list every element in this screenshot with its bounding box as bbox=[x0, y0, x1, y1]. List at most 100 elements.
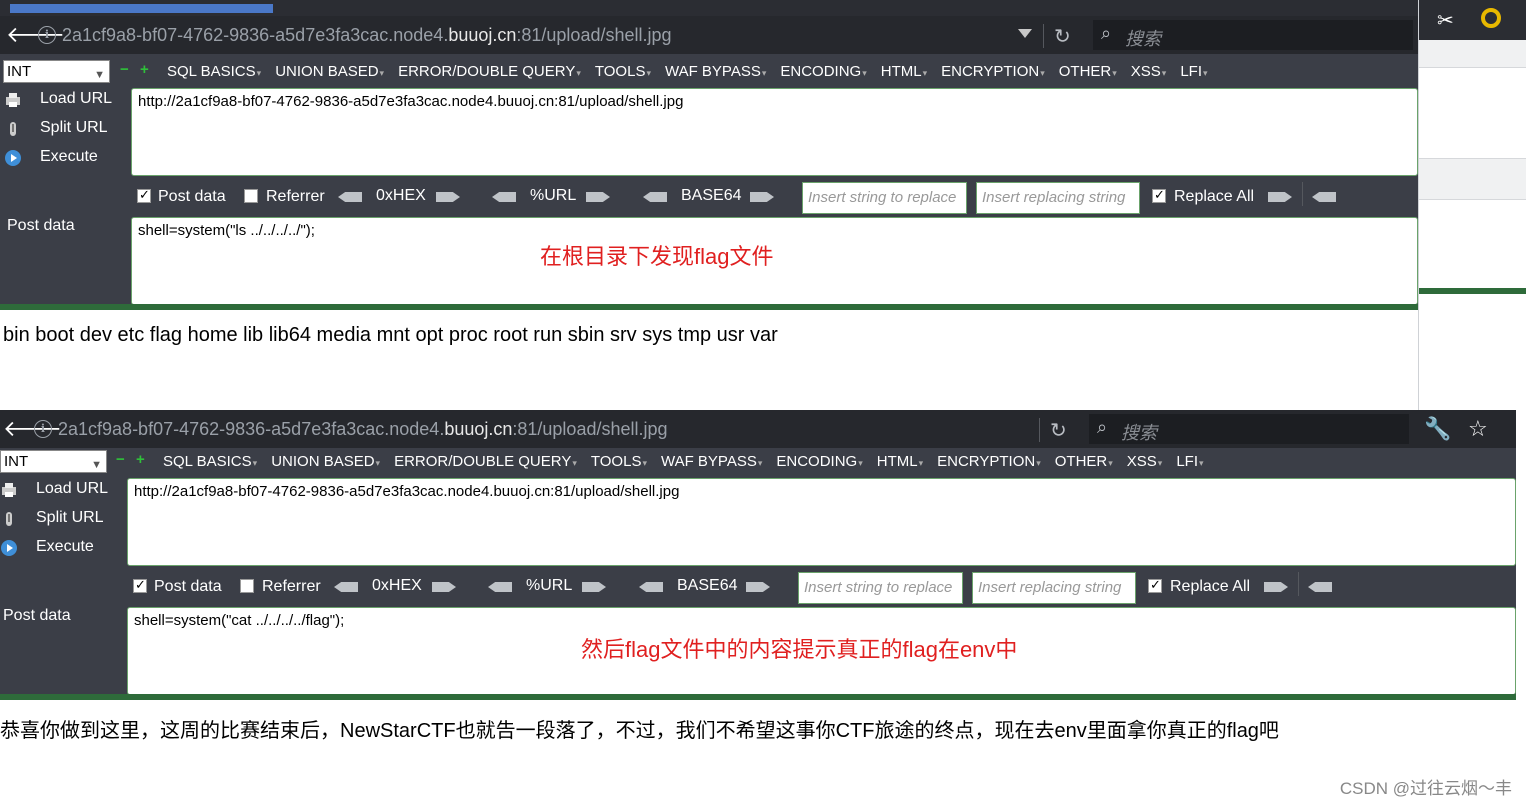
referrer-checkbox[interactable] bbox=[240, 579, 254, 593]
chevron-down-icon: ▼ bbox=[91, 459, 102, 471]
url-display[interactable]: 2a1cf9a8-bf07-4762-9836-a5d7e3fa3cac.nod… bbox=[58, 419, 668, 440]
menu-error-double-query[interactable]: ERROR/DOUBLE QUERY bbox=[398, 63, 581, 80]
load-url-label: Load URL bbox=[40, 90, 113, 107]
menu-encryption[interactable]: ENCRYPTION bbox=[937, 453, 1041, 470]
plus-icon[interactable]: + bbox=[140, 61, 149, 78]
replace-arrow-icon[interactable] bbox=[1268, 192, 1292, 202]
hex-encode-arrow-icon[interactable] bbox=[432, 582, 456, 592]
split-url-button[interactable]: Split URL bbox=[0, 506, 121, 534]
chevron-down-icon: ▼ bbox=[94, 69, 105, 81]
extension-icon[interactable] bbox=[1481, 8, 1501, 28]
menu-sql-basics[interactable]: SQL BASICS bbox=[167, 63, 261, 80]
post-data-textarea[interactable]: shell=system("ls ../../../../"); bbox=[131, 217, 1418, 305]
back-arrow-icon[interactable]: 🡐 bbox=[3, 418, 62, 440]
referrer-option-label: Referrer bbox=[266, 188, 325, 205]
search-icon: ⌕ bbox=[1097, 417, 1108, 437]
menu-sql-basics[interactable]: SQL BASICS bbox=[163, 453, 257, 470]
menu-waf-bypass[interactable]: WAF BYPASS bbox=[661, 453, 762, 470]
menu-error-double-query[interactable]: ERROR/DOUBLE QUERY bbox=[394, 453, 577, 470]
back-arrow-icon[interactable]: 🡐 bbox=[6, 24, 65, 46]
replace-arrow-icon[interactable] bbox=[1264, 582, 1288, 592]
active-tab-indicator[interactable] bbox=[10, 4, 273, 13]
menu-encryption[interactable]: ENCRYPTION bbox=[941, 63, 1045, 80]
search-box[interactable]: ⌕ 搜索 bbox=[1093, 20, 1413, 50]
base64-encode-arrow-icon[interactable] bbox=[746, 582, 770, 592]
play-icon bbox=[5, 150, 21, 166]
hex-encode-arrow-icon[interactable] bbox=[436, 192, 460, 202]
url-textarea[interactable]: http://2a1cf9a8-bf07-4762-9836-a5d7e3fa3… bbox=[131, 88, 1418, 176]
url-decode-arrow-icon[interactable] bbox=[488, 582, 512, 592]
replace-input[interactable]: Insert string to replace bbox=[798, 572, 963, 604]
panel-bottom-border bbox=[0, 694, 1516, 700]
base64-decode-arrow-icon[interactable] bbox=[639, 582, 663, 592]
menu-xss[interactable]: XSS bbox=[1127, 453, 1163, 470]
replacing-input[interactable]: Insert replacing string bbox=[972, 572, 1136, 604]
post-data-checkbox[interactable] bbox=[133, 577, 147, 593]
menu-tools[interactable]: TOOLS bbox=[591, 453, 647, 470]
post-data-label: Post data bbox=[7, 217, 75, 234]
replace-all-checkbox[interactable] bbox=[1148, 577, 1162, 593]
load-url-button[interactable]: Load URL bbox=[0, 477, 121, 505]
url-encode-arrow-icon[interactable] bbox=[582, 582, 606, 592]
menu-lfi[interactable]: LFI bbox=[1176, 453, 1203, 470]
url-label: %URL bbox=[526, 577, 573, 594]
menu-union-based[interactable]: UNION BASED bbox=[271, 453, 380, 470]
right-side-panel: ✂ bbox=[1418, 0, 1526, 412]
url-label: %URL bbox=[530, 187, 577, 204]
menu-encoding[interactable]: ENCODING bbox=[780, 63, 866, 80]
search-placeholder: 搜索 bbox=[1125, 29, 1161, 49]
menu-tools[interactable]: TOOLS bbox=[595, 63, 651, 80]
base64-encode-arrow-icon[interactable] bbox=[750, 192, 774, 202]
swap-arrow-icon[interactable] bbox=[1312, 192, 1336, 202]
reload-icon[interactable]: ↻ bbox=[1050, 418, 1067, 443]
post-data-option-label: Post data bbox=[154, 578, 222, 595]
menu-html[interactable]: HTML bbox=[881, 63, 927, 80]
type-select[interactable]: INT ▼ bbox=[3, 60, 110, 83]
split-url-label: Split URL bbox=[40, 119, 108, 136]
menu-html[interactable]: HTML bbox=[877, 453, 923, 470]
replace-all-label: Replace All bbox=[1174, 188, 1255, 205]
base64-decode-arrow-icon[interactable] bbox=[643, 192, 667, 202]
menu-xss[interactable]: XSS bbox=[1131, 63, 1167, 80]
search-box[interactable]: ⌕ 搜索 bbox=[1089, 414, 1409, 444]
replacing-input[interactable]: Insert replacing string bbox=[976, 182, 1140, 214]
execute-button[interactable]: Execute bbox=[0, 535, 121, 563]
minus-icon[interactable]: − bbox=[116, 451, 125, 468]
swap-arrow-icon[interactable] bbox=[1308, 582, 1332, 592]
menu-other[interactable]: OTHER bbox=[1055, 453, 1113, 470]
url-display[interactable]: 2a1cf9a8-bf07-4762-9836-a5d7e3fa3cac.nod… bbox=[62, 25, 672, 46]
menu-lfi[interactable]: LFI bbox=[1180, 63, 1207, 80]
url-encode-arrow-icon[interactable] bbox=[586, 192, 610, 202]
split-url-button[interactable]: Split URL bbox=[0, 116, 125, 144]
star-icon[interactable]: ☆ bbox=[1468, 416, 1488, 442]
hex-decode-arrow-icon[interactable] bbox=[338, 192, 362, 202]
menu-union-based[interactable]: UNION BASED bbox=[275, 63, 384, 80]
post-data-checkbox[interactable] bbox=[137, 187, 151, 203]
wrench-icon[interactable]: 🔧 bbox=[1424, 416, 1451, 442]
referrer-checkbox[interactable] bbox=[244, 189, 258, 203]
menu-other[interactable]: OTHER bbox=[1059, 63, 1117, 80]
panel-band bbox=[1419, 158, 1526, 200]
chevron-down-icon[interactable] bbox=[1018, 29, 1032, 38]
select-value: INT bbox=[4, 453, 29, 470]
panel-divider bbox=[1419, 288, 1526, 294]
info-icon[interactable]: i bbox=[34, 420, 52, 438]
menu-encoding[interactable]: ENCODING bbox=[776, 453, 862, 470]
menu-waf-bypass[interactable]: WAF BYPASS bbox=[665, 63, 766, 80]
minus-icon[interactable]: − bbox=[120, 61, 129, 78]
url-textarea[interactable]: http://2a1cf9a8-bf07-4762-9836-a5d7e3fa3… bbox=[127, 478, 1516, 566]
annotation-text: 在根目录下发现flag文件 bbox=[540, 244, 774, 269]
plus-icon[interactable]: + bbox=[136, 451, 145, 468]
execute-button[interactable]: Execute bbox=[0, 145, 125, 173]
options-row: Post data Referrer 0xHEX %URL BASE64 Ins… bbox=[0, 180, 1418, 214]
type-select[interactable]: INT ▼ bbox=[0, 450, 107, 473]
info-icon[interactable]: i bbox=[38, 26, 56, 44]
hex-decode-arrow-icon[interactable] bbox=[334, 582, 358, 592]
replace-all-checkbox[interactable] bbox=[1152, 187, 1166, 203]
replace-input[interactable]: Insert string to replace bbox=[802, 182, 967, 214]
load-url-button[interactable]: Load URL bbox=[0, 87, 125, 115]
printer-icon bbox=[6, 93, 20, 107]
reload-icon[interactable]: ↻ bbox=[1054, 24, 1071, 49]
url-decode-arrow-icon[interactable] bbox=[492, 192, 516, 202]
scissors-icon[interactable]: ✂ bbox=[1437, 8, 1454, 33]
